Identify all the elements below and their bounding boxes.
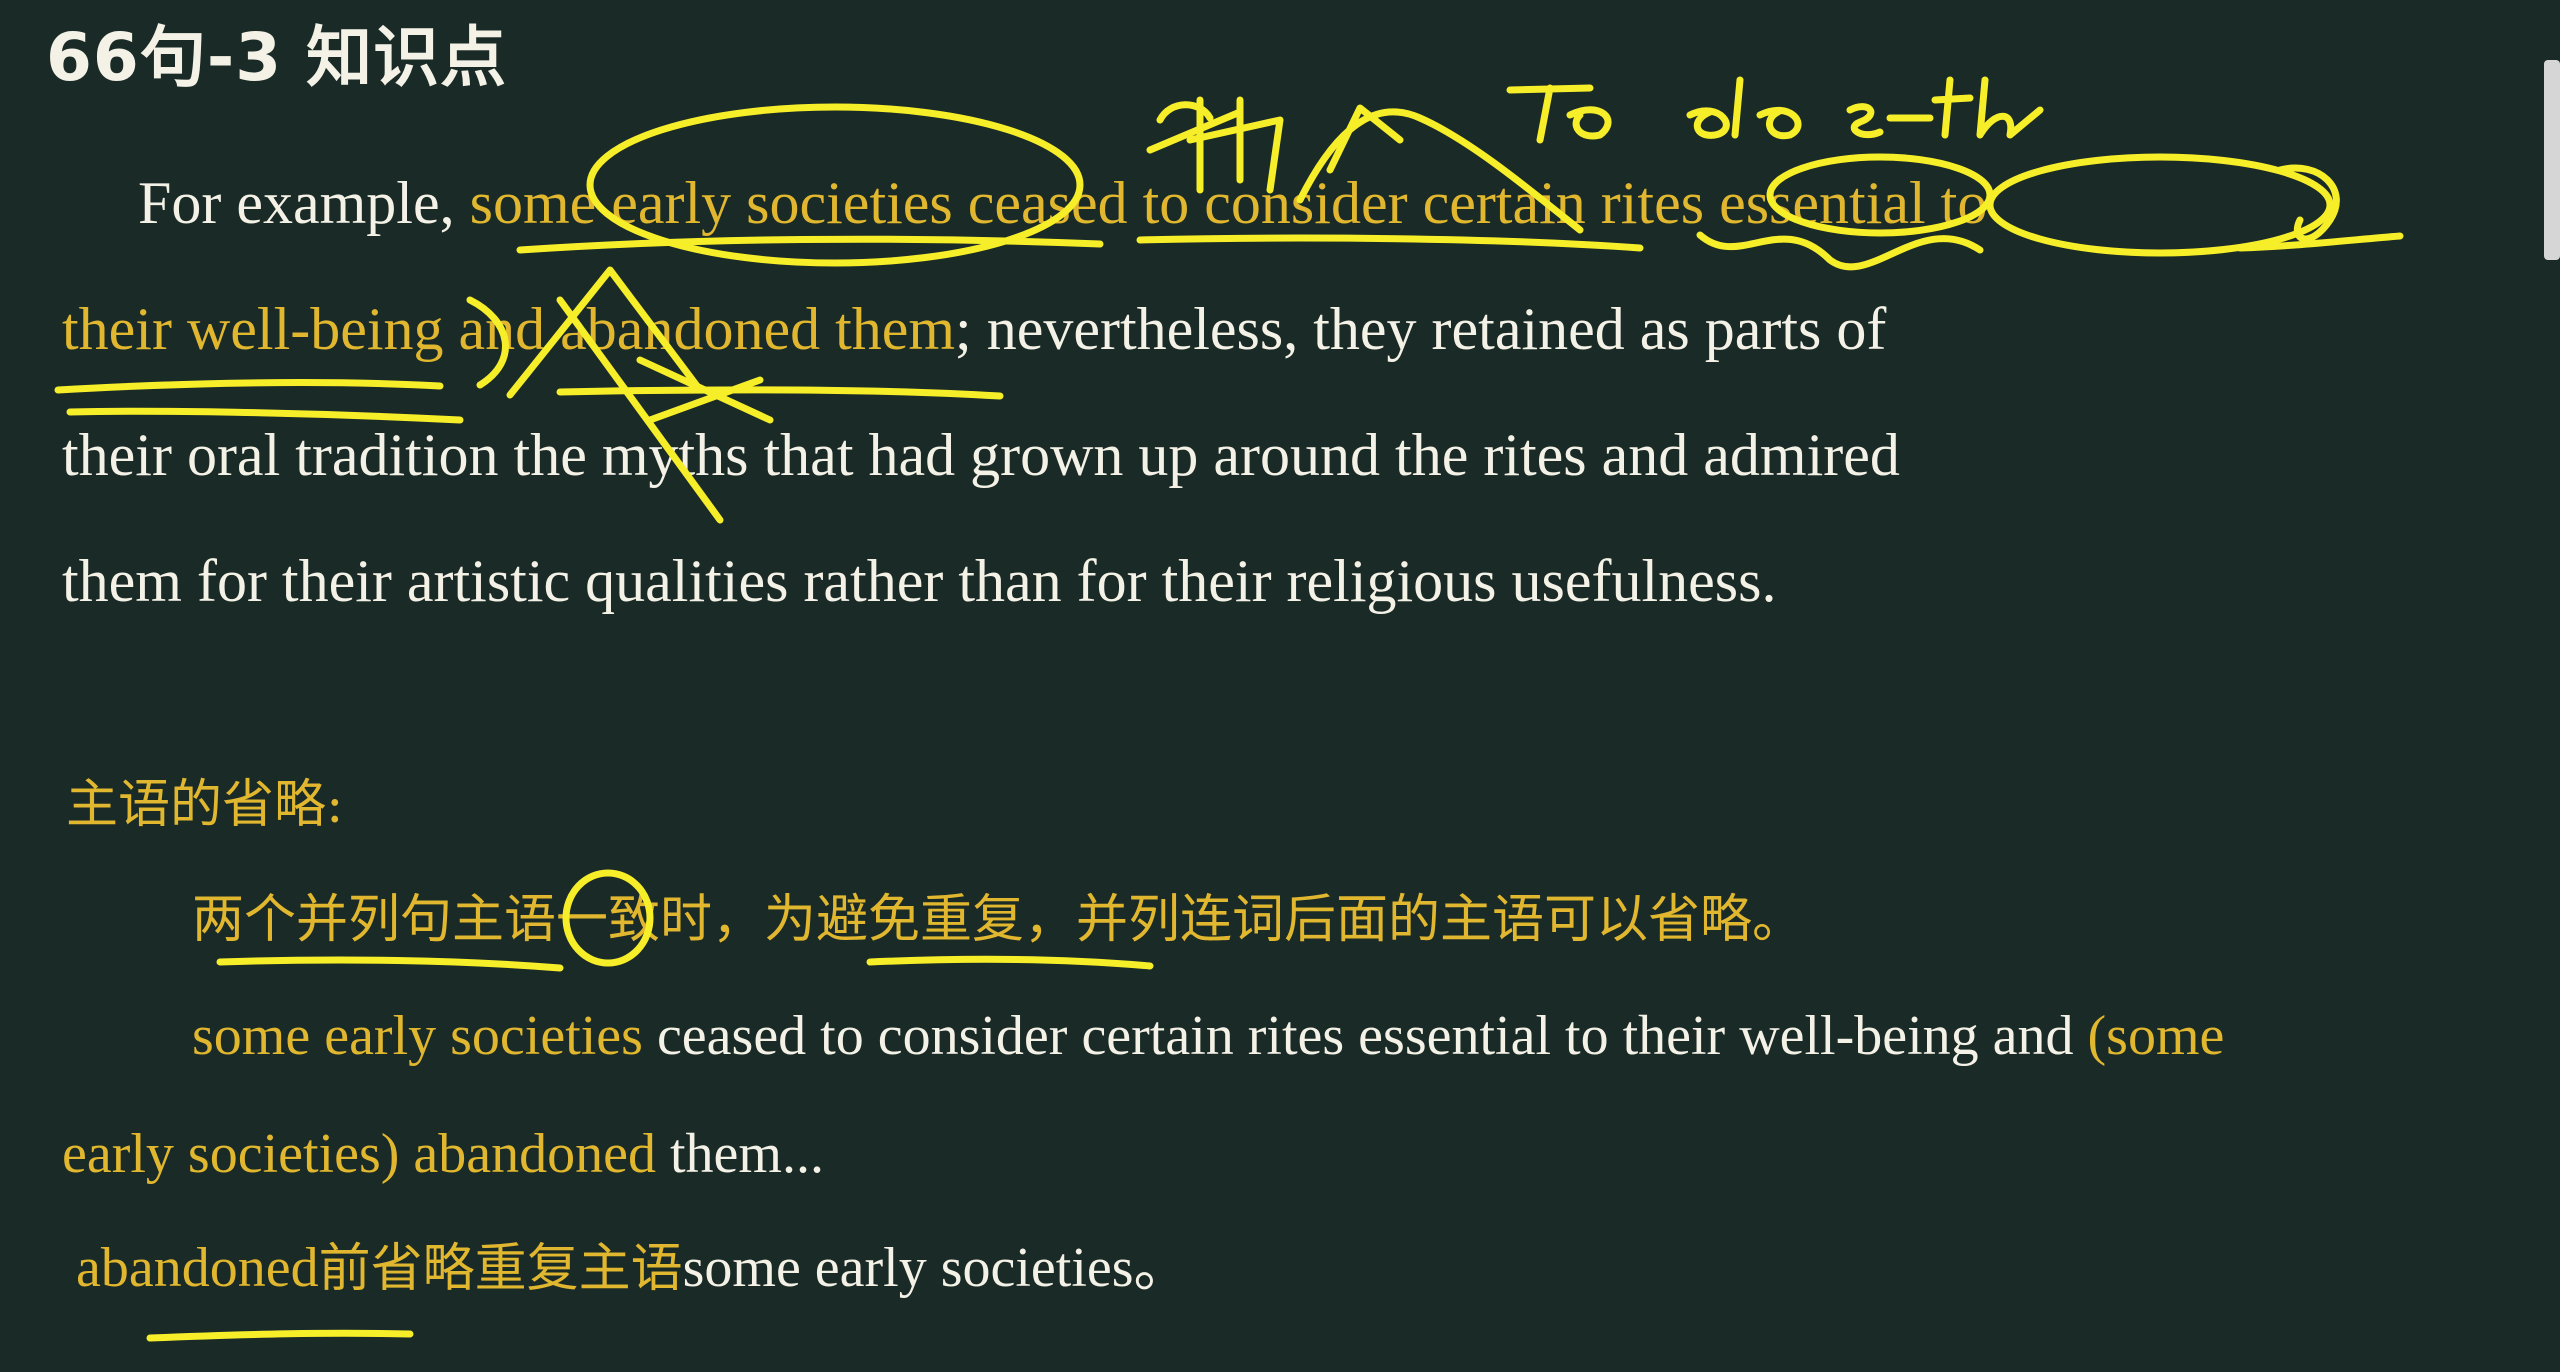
example-text: them... bbox=[655, 1123, 824, 1185]
passage-text: For example, bbox=[138, 170, 470, 236]
example-restored: (some bbox=[2087, 1005, 2225, 1067]
ink-underline bbox=[866, 955, 1154, 970]
example-subject: some early societies bbox=[192, 1005, 643, 1067]
slide: 66句-3 知识点 For example, some early societ… bbox=[0, 0, 2560, 1372]
passage-line-4: them for their artistic qualities rather… bbox=[62, 548, 1777, 614]
note-verb: abandoned bbox=[76, 1237, 319, 1299]
passage: For example, some early societies ceased… bbox=[62, 140, 2332, 644]
ink-underline bbox=[216, 956, 564, 972]
passage-highlight: some early societies ceased to consider … bbox=[469, 170, 1988, 236]
passage-highlight: their well-being bbox=[62, 296, 444, 362]
note-subject: some early societies bbox=[682, 1237, 1134, 1299]
ink-handwriting bbox=[1506, 84, 1612, 144]
scrollbar[interactable] bbox=[2544, 60, 2560, 260]
passage-line-3: their oral tradition the myths that had … bbox=[62, 422, 1900, 488]
ink-underline bbox=[146, 1329, 414, 1342]
example-line-2: early societies) abandoned them... bbox=[62, 1114, 824, 1194]
section-label: 主语的省略: bbox=[66, 775, 344, 835]
passage-line-1: For example, some early societies ceased… bbox=[62, 140, 2332, 266]
note-line: abandoned前省略重复主语some early societies。 bbox=[76, 1228, 1190, 1309]
grammar-rule: 两个并列句主语一致时，为避免重复，并列连词后面的主语可以省略。 bbox=[192, 890, 1805, 950]
example-line-1: some early societies ceased to consider … bbox=[192, 996, 2224, 1076]
passage-highlight: and abandoned them bbox=[443, 296, 956, 362]
slide-title: 66句-3 知识点 bbox=[46, 19, 508, 96]
note-period: 。 bbox=[1133, 1237, 1190, 1299]
example-text: ceased to consider certain rites essenti… bbox=[642, 1005, 2088, 1067]
note-zh: 前省略重复主语 bbox=[318, 1239, 683, 1299]
passage-text: ; nevertheless, they retained as parts o… bbox=[955, 296, 1887, 362]
example-restored: early societies) abandoned bbox=[62, 1123, 656, 1185]
ink-handwriting bbox=[1846, 76, 2044, 139]
ink-handwriting bbox=[1686, 76, 1802, 140]
passage-line-2: their well-being and abandoned them; nev… bbox=[62, 266, 2332, 392]
